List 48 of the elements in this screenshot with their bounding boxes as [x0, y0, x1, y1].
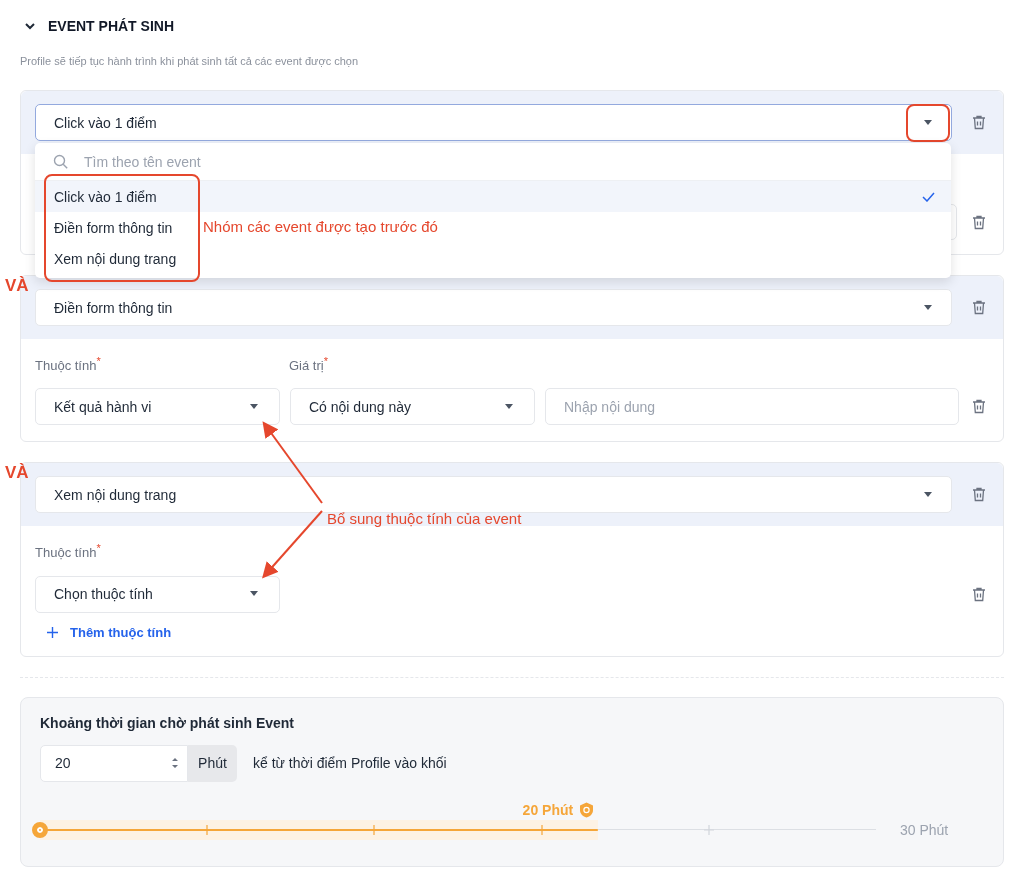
caret-down-icon	[923, 304, 933, 311]
attribute-select[interactable]: Kết quả hành vi	[35, 388, 280, 426]
caret-down-icon	[923, 119, 933, 126]
check-icon	[922, 191, 935, 202]
tick-mark-icon	[202, 824, 213, 835]
slider-max-label: 30 Phút	[900, 821, 949, 838]
tick-mark-icon	[536, 824, 547, 835]
attribute-select[interactable]: Có nội dung này	[290, 388, 535, 426]
trash-icon[interactable]	[972, 586, 986, 602]
number-input[interactable]: 20	[40, 744, 188, 782]
event-option[interactable]: Click vào 1 điểm	[35, 181, 951, 212]
value-input[interactable]: Nhập nội dung	[545, 388, 959, 426]
unit-addon: Phút	[188, 744, 237, 782]
annotation-note: Nhóm các event được tạo trước đó	[203, 218, 438, 235]
chevron-down-icon[interactable]	[24, 22, 36, 30]
field-label: Giá trị$^{*}$	[289, 355, 329, 374]
search-icon	[53, 154, 68, 169]
wait-description: kể từ thời điểm Profile vào khối	[253, 755, 447, 772]
event-select[interactable]: Điền form thông tin	[35, 289, 952, 326]
wait-title: Khoảng thời gian chờ phát sinh Event	[40, 714, 296, 731]
trash-icon[interactable]	[972, 214, 986, 230]
caret-down-icon	[249, 591, 259, 598]
caret-down-icon	[249, 403, 259, 410]
caret-down-icon	[923, 491, 933, 498]
tick-mark-icon	[369, 824, 380, 835]
attribute-select[interactable]: Chọn thuộc tính	[35, 575, 280, 613]
slider-start-handle[interactable]	[32, 821, 48, 838]
trash-icon[interactable]	[972, 487, 986, 503]
spinner-arrows-icon	[171, 756, 179, 771]
event-option[interactable]: Điền form thông tin	[35, 212, 181, 243]
trash-icon[interactable]	[972, 399, 986, 415]
shield-icon	[579, 801, 595, 818]
caret-down-icon	[504, 403, 514, 410]
slider-value-label: 20 Phút	[522, 801, 574, 818]
plus-icon	[47, 626, 58, 638]
field-label: Thuộc tính$^{*}$	[35, 355, 102, 374]
connector-label: VÀ	[5, 463, 29, 484]
tick-mark-icon	[703, 824, 714, 835]
section-description: Profile sẽ tiếp tục hành trình khi phát sinh tất cả các event được chọn	[20, 55, 360, 67]
add-attribute-link[interactable]: Thêm thuộc tính	[35, 624, 172, 640]
annotation-arrow	[262, 510, 323, 579]
section-title: EVENT PHÁT SINH	[48, 18, 174, 34]
trash-icon[interactable]	[972, 115, 986, 130]
field-label: Thuộc tính$^{*}$	[35, 542, 102, 561]
event-option[interactable]: Xem nội dung trang	[35, 243, 185, 274]
trash-icon[interactable]	[972, 300, 986, 315]
connector-label: VÀ	[5, 276, 29, 296]
event-select[interactable]: Click vào 1 điểm	[35, 104, 952, 141]
